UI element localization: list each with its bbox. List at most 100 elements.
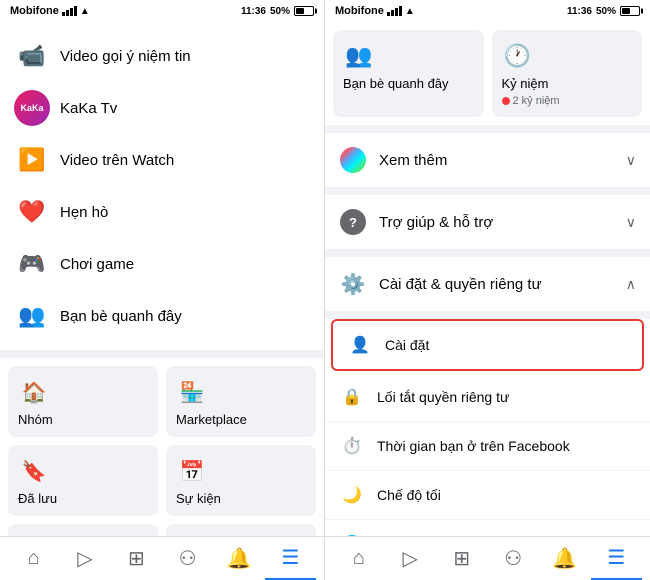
left-content: 📹 Video gọi ý niệm tin KaKa KaKa Tv ▶️ V…: [0, 22, 324, 536]
nav-video-left[interactable]: ▷: [59, 537, 110, 580]
events-label: Sự kiện: [176, 491, 221, 506]
card-memories-label: Kỷ niệm: [502, 76, 549, 91]
nav-home-left[interactable]: ⌂: [8, 537, 59, 580]
top-item-dating[interactable]: ❤️ Hẹn hò: [8, 186, 316, 238]
top-item-video-calls[interactable]: 📹 Video gọi ý niệm tin: [8, 30, 316, 82]
nav-menu-left[interactable]: ☰: [265, 537, 316, 580]
sub-time-label: Thời gian bạn ở trên Facebook: [377, 438, 570, 454]
sub-dark-icon: 🌙: [339, 482, 365, 508]
wifi-icon: ▲: [80, 6, 90, 17]
right-wifi-icon: ▲: [405, 6, 415, 17]
left-status-bar: Mobifone ▲ 11:36 50%: [0, 0, 324, 22]
top-item-watch[interactable]: ▶️ Video trên Watch: [8, 134, 316, 186]
right-settings-row[interactable]: ⚙️ Cài đặt & quyền riêng tư ∧: [325, 257, 650, 311]
left-phone-screen: Mobifone ▲ 11:36 50% 📹 Video gọi ý niệm …: [0, 0, 325, 580]
right-help-label: Trợ giúp & hỗ trợ: [379, 214, 614, 231]
nav-bell-left[interactable]: 🔔: [213, 537, 264, 580]
dating-icon: ❤️: [14, 194, 50, 230]
marketplace-label: Marketplace: [176, 412, 247, 427]
right-settings-section: ⚙️ Cài đặt & quyền riêng tư ∧: [325, 257, 650, 311]
card-friends-nearby[interactable]: 👥 Bạn bè quanh đây: [333, 30, 484, 117]
saved-icon: 🔖: [18, 455, 50, 487]
right-help-arrow: ∨: [626, 214, 636, 231]
nav-menu-right[interactable]: ☰: [591, 537, 643, 580]
nav-home-right[interactable]: ⌂: [333, 537, 385, 580]
friends-nearby-icon: 👥: [14, 298, 50, 334]
grid-jobs[interactable]: 💼 Việc làm: [8, 524, 158, 536]
sub-dark-label: Chế độ tối: [377, 487, 441, 503]
signal-icon: [62, 6, 77, 16]
nav-people-right[interactable]: ⚇: [488, 537, 540, 580]
right-see-more-label: Xem thêm: [379, 152, 614, 169]
sub-privacy-shortcuts[interactable]: 🔒 Lối tắt quyền riêng tư: [325, 373, 650, 422]
nhom-label: Nhóm: [18, 412, 53, 427]
nav-people-left[interactable]: ⚇: [162, 537, 213, 580]
card-memories-dot: [502, 97, 510, 105]
top-item-friends-nearby[interactable]: 👥 Bạn bè quanh đây: [8, 290, 316, 342]
right-settings-label: Cài đặt & quyền riêng tư: [379, 276, 614, 293]
left-status-left: Mobifone ▲: [10, 5, 90, 17]
marketplace-icon: 🏪: [176, 376, 208, 408]
video-calls-label: Video gọi ý niệm tin: [60, 48, 191, 65]
nav-video-right[interactable]: ▷: [385, 537, 437, 580]
video-calls-icon: 📹: [14, 38, 50, 74]
battery-icon: [294, 6, 314, 16]
dating-label: Hẹn hò: [60, 204, 108, 221]
kaka-icon: KaKa: [14, 90, 50, 126]
card-friends-icon: 👥: [343, 40, 375, 72]
right-see-more-section: Xem thêm ∨: [325, 133, 650, 187]
grid-events[interactable]: 📅 Sự kiện: [166, 445, 316, 516]
gaming-icon: 🎮: [14, 246, 50, 282]
nav-bell-right[interactable]: 🔔: [539, 537, 591, 580]
right-battery-icon: [620, 6, 640, 16]
right-settings-icon: ⚙️: [339, 270, 367, 298]
right-help-section: ? Trợ giúp & hỗ trợ ∨: [325, 195, 650, 249]
top-item-gaming[interactable]: 🎮 Chơi game: [8, 238, 316, 290]
card-friends-label: Bạn bè quanh đây: [343, 76, 449, 91]
sub-settings[interactable]: 👤 Cài đặt: [331, 319, 644, 371]
right-status-bar: Mobifone ▲ 11:36 50%: [325, 0, 650, 22]
card-memories[interactable]: 🕐 Kỷ niệm 2 kỷ niệm: [492, 30, 643, 117]
sub-privacy-label: Lối tắt quyền riêng tư: [377, 389, 509, 405]
right-see-more-icon: [339, 146, 367, 174]
nhom-icon: 🏠: [18, 376, 50, 408]
sub-language[interactable]: 🌐 Ngôn ngữ ứng dụng: [325, 520, 650, 536]
nav-store-right[interactable]: ⊞: [436, 537, 488, 580]
nav-store-left[interactable]: ⊞: [111, 537, 162, 580]
right-settings-arrow: ∧: [626, 276, 636, 293]
saved-label: Đã lưu: [18, 491, 57, 506]
sub-time-icon: ⏱️: [339, 433, 365, 459]
gaming-label: Chơi game: [60, 256, 134, 273]
grid-memories[interactable]: 🕐 Kỷ niệm 2 kỷ niệm: [166, 524, 316, 536]
grid-marketplace[interactable]: 🏪 Marketplace: [166, 366, 316, 437]
left-time: 11:36: [241, 6, 266, 17]
grid-section: 🏠 Nhóm 🏪 Marketplace 🔖 Đã lưu 📅 Sự kiện …: [0, 358, 324, 536]
right-status-left: Mobifone ▲: [335, 5, 415, 17]
grid-nhom[interactable]: 🏠 Nhóm: [8, 366, 158, 437]
right-content: 👥 Bạn bè quanh đây 🕐 Kỷ niệm 2 kỷ niệm X…: [325, 22, 650, 536]
right-help-row[interactable]: ? Trợ giúp & hỗ trợ ∨: [325, 195, 650, 249]
top-cards: 👥 Bạn bè quanh đây 🕐 Kỷ niệm 2 kỷ niệm: [325, 22, 650, 125]
right-signal-icon: [387, 6, 402, 16]
right-see-more-row[interactable]: Xem thêm ∨: [325, 133, 650, 187]
settings-sub-section: 👤 Cài đặt 🔒 Lối tắt quyền riêng tư ⏱️ Th…: [325, 319, 650, 536]
watch-label: Video trên Watch: [60, 152, 174, 169]
sub-privacy-icon: 🔒: [339, 384, 365, 410]
right-see-more-arrow: ∨: [626, 152, 636, 169]
right-bottom-nav: ⌂ ▷ ⊞ ⚇ 🔔 ☰: [325, 536, 650, 580]
right-phone-screen: Mobifone ▲ 11:36 50% 👥 Bạn bè quanh đây …: [325, 0, 650, 580]
left-battery-percent: 50%: [270, 6, 290, 17]
card-memories-icon: 🕐: [502, 40, 534, 72]
sub-settings-label: Cài đặt: [385, 337, 429, 353]
top-item-kaka[interactable]: KaKa KaKa Tv: [8, 82, 316, 134]
events-icon: 📅: [176, 455, 208, 487]
watch-icon: ▶️: [14, 142, 50, 178]
sub-dark-mode[interactable]: 🌙 Chế độ tối: [325, 471, 650, 520]
sub-time-facebook[interactable]: ⏱️ Thời gian bạn ở trên Facebook: [325, 422, 650, 471]
left-carrier: Mobifone: [10, 5, 59, 17]
kaka-label: KaKa Tv: [60, 100, 117, 117]
left-status-right: 11:36 50%: [241, 6, 314, 17]
right-carrier: Mobifone: [335, 5, 384, 17]
sub-settings-icon: 👤: [347, 332, 373, 358]
grid-saved[interactable]: 🔖 Đã lưu: [8, 445, 158, 516]
